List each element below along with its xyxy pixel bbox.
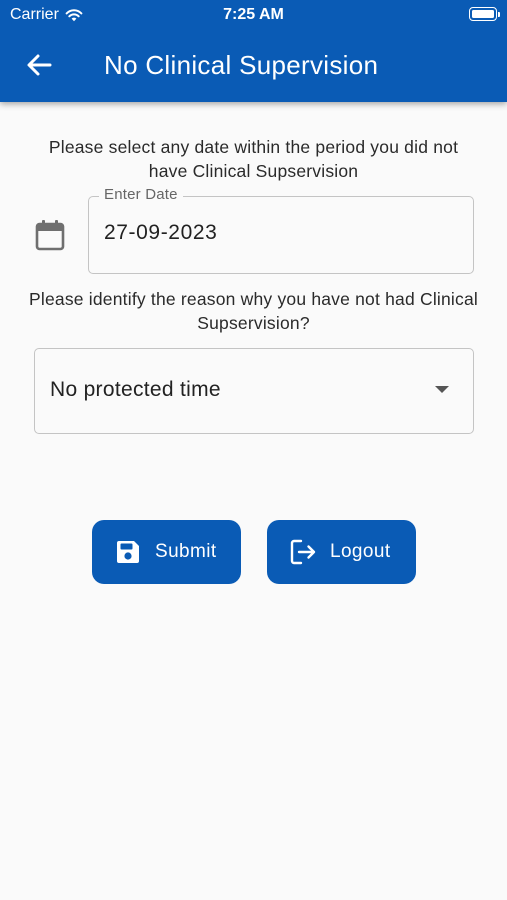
status-time: 7:25 AM [223,6,284,23]
arrow-left-icon [27,54,52,76]
logout-button-label: Logout [330,541,391,562]
reason-selected-value: No protected time [50,378,221,401]
date-prompt: Please select any date within the period… [0,135,507,183]
reason-prompt-text: Please identify the reason why you have … [29,289,478,333]
submit-button-label: Submit [155,541,217,562]
calendar-button[interactable] [35,219,65,251]
logout-icon [289,538,317,566]
battery-icon [469,7,500,21]
save-icon [114,538,142,566]
date-field[interactable]: Enter Date 27-09-2023 [88,186,474,274]
submit-button[interactable]: Submit [92,520,241,584]
reason-prompt: Please identify the reason why you have … [0,287,507,335]
date-field-value: 27-09-2023 [104,221,218,244]
date-field-label: Enter Date [99,186,183,203]
reason-dropdown[interactable]: No protected time [34,348,474,434]
logout-button[interactable]: Logout [267,520,416,584]
back-button[interactable] [22,48,56,82]
caret-down-icon [435,386,449,393]
page-title: No Clinical Supervision [104,50,379,80]
status-bar: Carrier 7:25 AM [0,0,507,30]
app-bar: Carrier 7:25 AM No Clinical Supervision [0,0,507,102]
date-prompt-text: Please select any date within the period… [48,137,459,181]
calendar-icon [35,220,65,251]
